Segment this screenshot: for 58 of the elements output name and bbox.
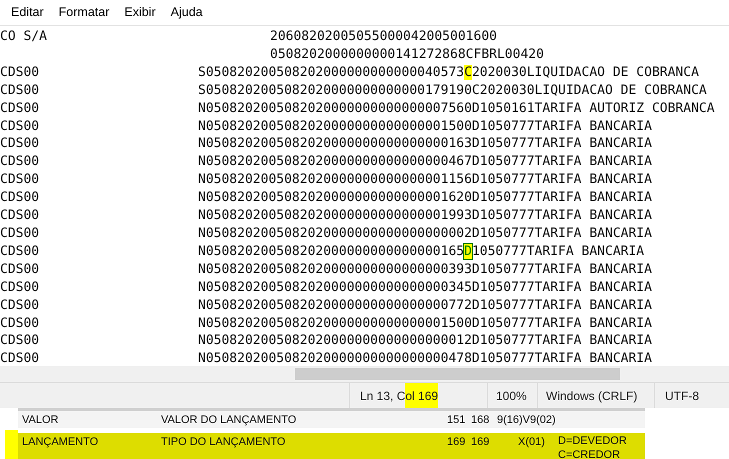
- row-marker: [5, 430, 18, 459]
- line-text: N0508202005082020000000000000000345D1050777TARIFA BANCARIA: [198, 278, 652, 297]
- encoding: UTF-8: [664, 388, 699, 404]
- line-label: CDS00: [0, 262, 40, 277]
- horizontal-scrollbar[interactable]: [0, 366, 729, 382]
- line-label: CDS00: [0, 136, 40, 152]
- table-cell-text: 168: [471, 413, 490, 428]
- line-text: N0508202005082020000000000000000002D1050777TARIFA BANCARIA: [198, 224, 652, 243]
- line-label: CDS00: [0, 316, 40, 330]
- table-cell-text: LANÇAMENTO: [21, 435, 100, 450]
- cursor-position: Ln 13, Col 169: [360, 383, 438, 408]
- table-cell-text: VALOR: [21, 413, 60, 428]
- line-text: N0508202005082020000000000000000393D1050777TARIFA BANCARIA: [198, 260, 652, 279]
- line-text: N0508202005082020000000000000001500D1050777TARIFA BANCARIA: [198, 118, 652, 136]
- line-text: N0508202005082020000000000000000012D1050777TARIFA BANCARIA: [198, 332, 652, 350]
- line-label: CDS00: [0, 118, 40, 134]
- line-text: N0508202005082020000000000000000772D1050777TARIFA BANCARIA: [198, 296, 652, 314]
- menu-item[interactable]: Ajuda: [170, 3, 203, 22]
- line-text: N0508202005082020000000000000000478D1050777TARIFA BANCARIA: [198, 350, 652, 366]
- menu-item[interactable]: Formatar: [58, 3, 110, 22]
- table-cell-text: C=CREDOR: [558, 448, 622, 459]
- table-cell: D=DEVEDOR: [558, 434, 627, 448]
- line-label: CDS00: [0, 226, 40, 241]
- line-text: N0508202005082020000000000000001156D1050777TARIFA BANCARIA: [198, 171, 652, 190]
- menu-item[interactable]: Exibir: [124, 3, 156, 22]
- table-cell-text: 169: [471, 435, 490, 450]
- line-label: CDS00: [0, 351, 40, 366]
- line-label: CDS00: [0, 244, 40, 259]
- line-text: N0508202005082020000000000000000467D1050777TARIFA BANCARIA: [198, 153, 652, 172]
- table-cell-text: 9(16)V9(02): [496, 413, 557, 428]
- line-label: CDS00: [0, 333, 40, 348]
- line-text: N0508202005082020000000000000001620D1050777TARIFA BANCARIA: [198, 189, 652, 208]
- line-text: N050820200508202000000000000000165D1050777TARIFA BANCARIA: [198, 242, 644, 261]
- line-text: 0508202000000000141272868CFBRL00420: [270, 46, 544, 64]
- line-label: CDS00: [0, 280, 40, 295]
- table-cell-text: 169: [447, 435, 466, 450]
- line-text: S0508202005082020000000000000179190C2020030LIQUIDACAO DE COBRANCA: [198, 82, 707, 100]
- table-cell-text: VALOR DO LANÇAMENTO: [161, 413, 298, 428]
- table-cell-text: X(01): [517, 435, 546, 450]
- line-label: CDS00: [0, 82, 40, 98]
- line-label: CDS00: [0, 172, 40, 188]
- line-text: S050820200508202000000000000040573C2020030LIQUIDACAO DE COBRANCA: [198, 64, 699, 82]
- table-cell-text: TIPO DO LANÇAMENTO: [161, 435, 286, 450]
- menu-item[interactable]: Editar: [11, 3, 44, 22]
- line-label: CDS00: [0, 298, 40, 313]
- table-cell-text: 151: [447, 413, 466, 428]
- line-label: CDS00: [0, 208, 40, 224]
- line-label: CDS00: [0, 64, 40, 80]
- line-text: 20608202005055000042005001600: [270, 28, 497, 46]
- line-text: N0508202005082020000000000000007560D1050161TARIFA AUTORIZ COBRANCA: [198, 100, 715, 118]
- line-label: CDS00: [0, 154, 40, 170]
- line-label: CDS00: [0, 190, 40, 206]
- line-text: N0508202005082020000000000000001993D1050777TARIFA BANCARIA: [198, 207, 652, 225]
- line-text: N0508202005082020000000000000000163D1050777TARIFA BANCARIA: [198, 135, 652, 154]
- line-label: CDS00: [0, 100, 40, 116]
- line-label: CO S/A: [0, 29, 47, 44]
- line-text: N0508202005082020000000000000001500D1050777TARIFA BANCARIA: [198, 314, 652, 332]
- scrollbar-thumb[interactable]: [295, 368, 620, 380]
